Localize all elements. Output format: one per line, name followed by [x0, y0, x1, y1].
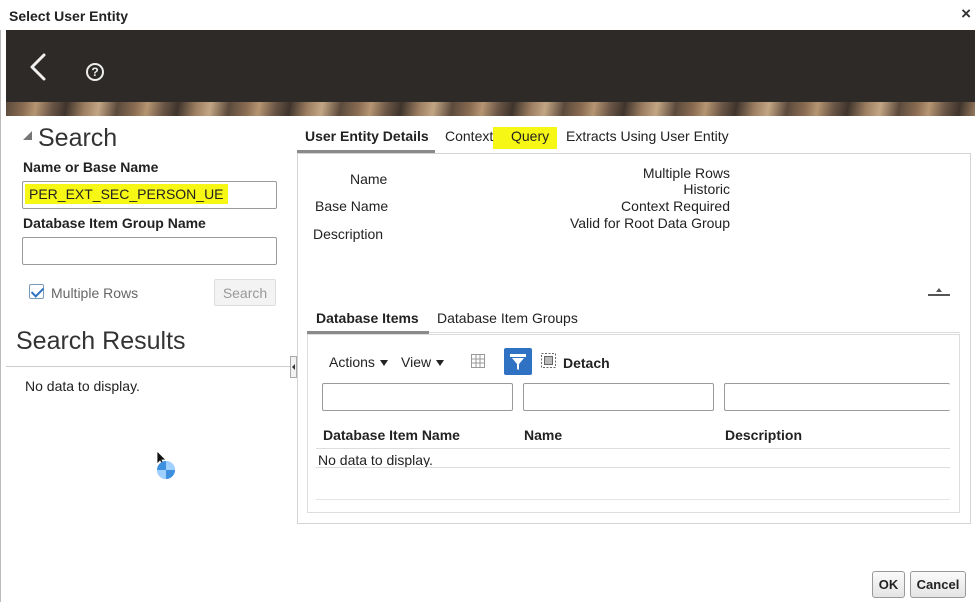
- detach-label[interactable]: Detach: [563, 355, 610, 371]
- detail-label-valid-root-data-group: Valid for Root Data Group: [569, 215, 730, 231]
- actions-menu-label: Actions: [329, 354, 375, 370]
- collapse-triangle-icon[interactable]: [23, 131, 32, 140]
- column-header-name[interactable]: Name: [524, 427, 562, 443]
- cancel-button[interactable]: Cancel: [910, 571, 966, 598]
- name-input-text: PER_EXT_SEC_PERSON_UE: [25, 184, 228, 204]
- group-input[interactable]: [22, 237, 277, 265]
- divider: [429, 332, 960, 333]
- filter-input-database-item-name[interactable]: [322, 383, 513, 411]
- filter-icon: [510, 354, 526, 370]
- filter-input-name[interactable]: [523, 383, 714, 411]
- table-empty-text: No data to display.: [318, 452, 433, 468]
- actions-menu[interactable]: Actions: [329, 354, 388, 370]
- search-heading: Search: [38, 124, 118, 152]
- question-circle-icon[interactable]: ?: [86, 63, 104, 81]
- multiple-rows-checkbox[interactable]: [29, 284, 44, 299]
- pane-splitter-handle[interactable]: [290, 356, 297, 378]
- search-button[interactable]: Search: [214, 279, 276, 306]
- dialog-left-border: [0, 30, 1, 602]
- filter-input-description[interactable]: [724, 383, 950, 411]
- dialog-title: Select User Entity: [9, 8, 129, 24]
- divider: [316, 467, 950, 468]
- name-input-value: PER_EXT_SEC_PERSON_UE: [25, 184, 228, 204]
- multiple-rows-label: Multiple Rows: [51, 285, 139, 301]
- column-header-description[interactable]: Description: [725, 427, 802, 443]
- freeze-columns-icon[interactable]: [471, 354, 485, 368]
- view-menu-label: View: [401, 354, 432, 370]
- view-menu[interactable]: View: [401, 354, 445, 370]
- caret-down-icon: [436, 360, 445, 367]
- chevron-left-icon[interactable]: [26, 52, 50, 82]
- header-banner: ?: [6, 30, 975, 116]
- subtab-database-items[interactable]: Database Items: [316, 310, 419, 326]
- name-field-label: Name or Base Name: [23, 159, 159, 175]
- tab-extracts-using-user-entity[interactable]: Extracts Using User Entity: [566, 128, 729, 144]
- detail-label-name: Name: [350, 171, 388, 187]
- divider: [316, 499, 950, 500]
- detail-label-context-required: Context Required: [621, 198, 730, 214]
- group-field-label: Database Item Group Name: [23, 215, 206, 231]
- subtab-database-item-groups[interactable]: Database Item Groups: [437, 310, 578, 326]
- detail-label-description: Description: [313, 226, 384, 242]
- tab-query[interactable]: Query: [511, 128, 549, 144]
- tab-context[interactable]: Context: [445, 128, 493, 144]
- ok-button[interactable]: OK: [872, 571, 905, 598]
- divider: [316, 448, 950, 449]
- query-by-example-button[interactable]: [504, 348, 532, 375]
- mouse-cursor-icon: [156, 450, 175, 479]
- detail-label-multiple-rows: Multiple Rows: [642, 165, 730, 181]
- detach-icon[interactable]: [541, 353, 556, 368]
- results-empty-text: No data to display.: [25, 378, 140, 394]
- collapse-pane-icon[interactable]: [928, 288, 950, 296]
- divider: [6, 366, 290, 367]
- close-icon[interactable]: ×: [961, 5, 971, 22]
- banner-decoration: [6, 102, 975, 116]
- dialog-titlebar: Select User Entity ×: [0, 0, 975, 30]
- search-results-heading: Search Results: [16, 327, 186, 355]
- caret-down-icon: [379, 360, 388, 367]
- detail-label-base-name: Base Name: [315, 198, 389, 214]
- tab-user-entity-details[interactable]: User Entity Details: [305, 128, 429, 144]
- column-header-database-item-name[interactable]: Database Item Name: [323, 427, 460, 443]
- detail-label-historic: Historic: [683, 181, 730, 197]
